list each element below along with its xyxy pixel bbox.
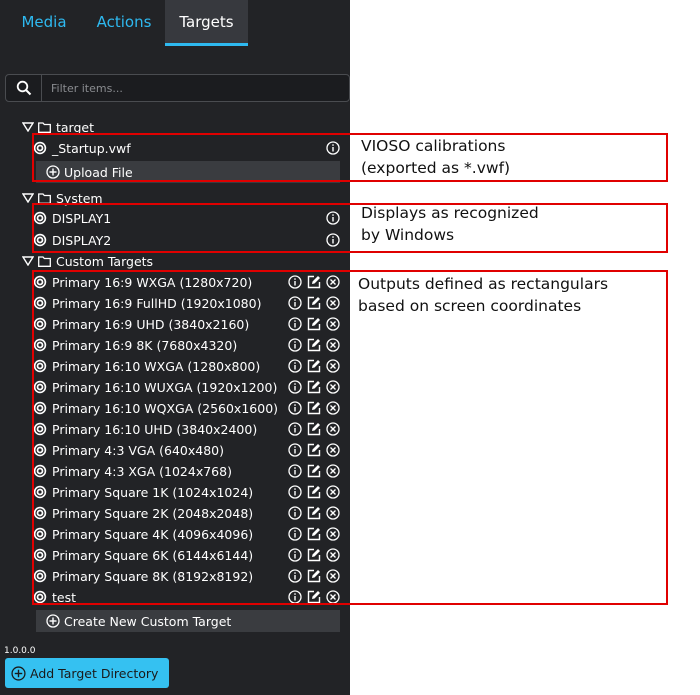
search-box <box>5 74 350 102</box>
folder-custom-targets[interactable]: Custom Targets <box>22 252 153 270</box>
annotation-displays-line2: by Windows <box>361 226 455 244</box>
plus-circle-icon <box>11 665 26 681</box>
add-target-directory-button[interactable]: Add Target Directory <box>5 658 169 688</box>
tab-bar: Media Actions Targets <box>0 0 350 46</box>
search-icon[interactable] <box>6 75 42 101</box>
caret-down-icon <box>22 256 34 266</box>
plus-circle-icon <box>46 614 60 628</box>
tab-targets[interactable]: Targets <box>165 0 248 46</box>
tab-actions[interactable]: Actions <box>80 0 168 46</box>
folder-label: Custom Targets <box>56 253 154 269</box>
annotation-box-vioso <box>32 133 668 182</box>
filter-input[interactable] <box>43 75 343 101</box>
annotation-box-displays <box>32 203 668 253</box>
create-custom-target-label: Create New Custom Target <box>64 613 232 629</box>
annotation-displays-line1: Displays as recognized <box>361 204 539 222</box>
annotation-outputs-line2: based on screen coordinates <box>358 297 582 315</box>
caret-down-icon <box>22 122 34 132</box>
annotation-vioso-line2: (exported as *.vwf) <box>361 159 511 177</box>
folder-icon <box>38 255 51 267</box>
folder-icon <box>38 121 51 133</box>
add-target-directory-label: Add Target Directory <box>30 665 159 681</box>
annotation-box-outputs <box>32 270 668 605</box>
caret-down-icon <box>22 193 34 203</box>
annotation-outputs-line1: Outputs defined as rectangulars <box>358 275 609 293</box>
version-label: 1.0.0.0 <box>4 646 36 656</box>
tab-media[interactable]: Media <box>0 0 88 46</box>
annotation-vioso-line1: VIOSO calibrations <box>361 137 506 155</box>
folder-icon <box>38 192 51 204</box>
create-custom-target-button[interactable]: Create New Custom Target <box>36 610 340 632</box>
